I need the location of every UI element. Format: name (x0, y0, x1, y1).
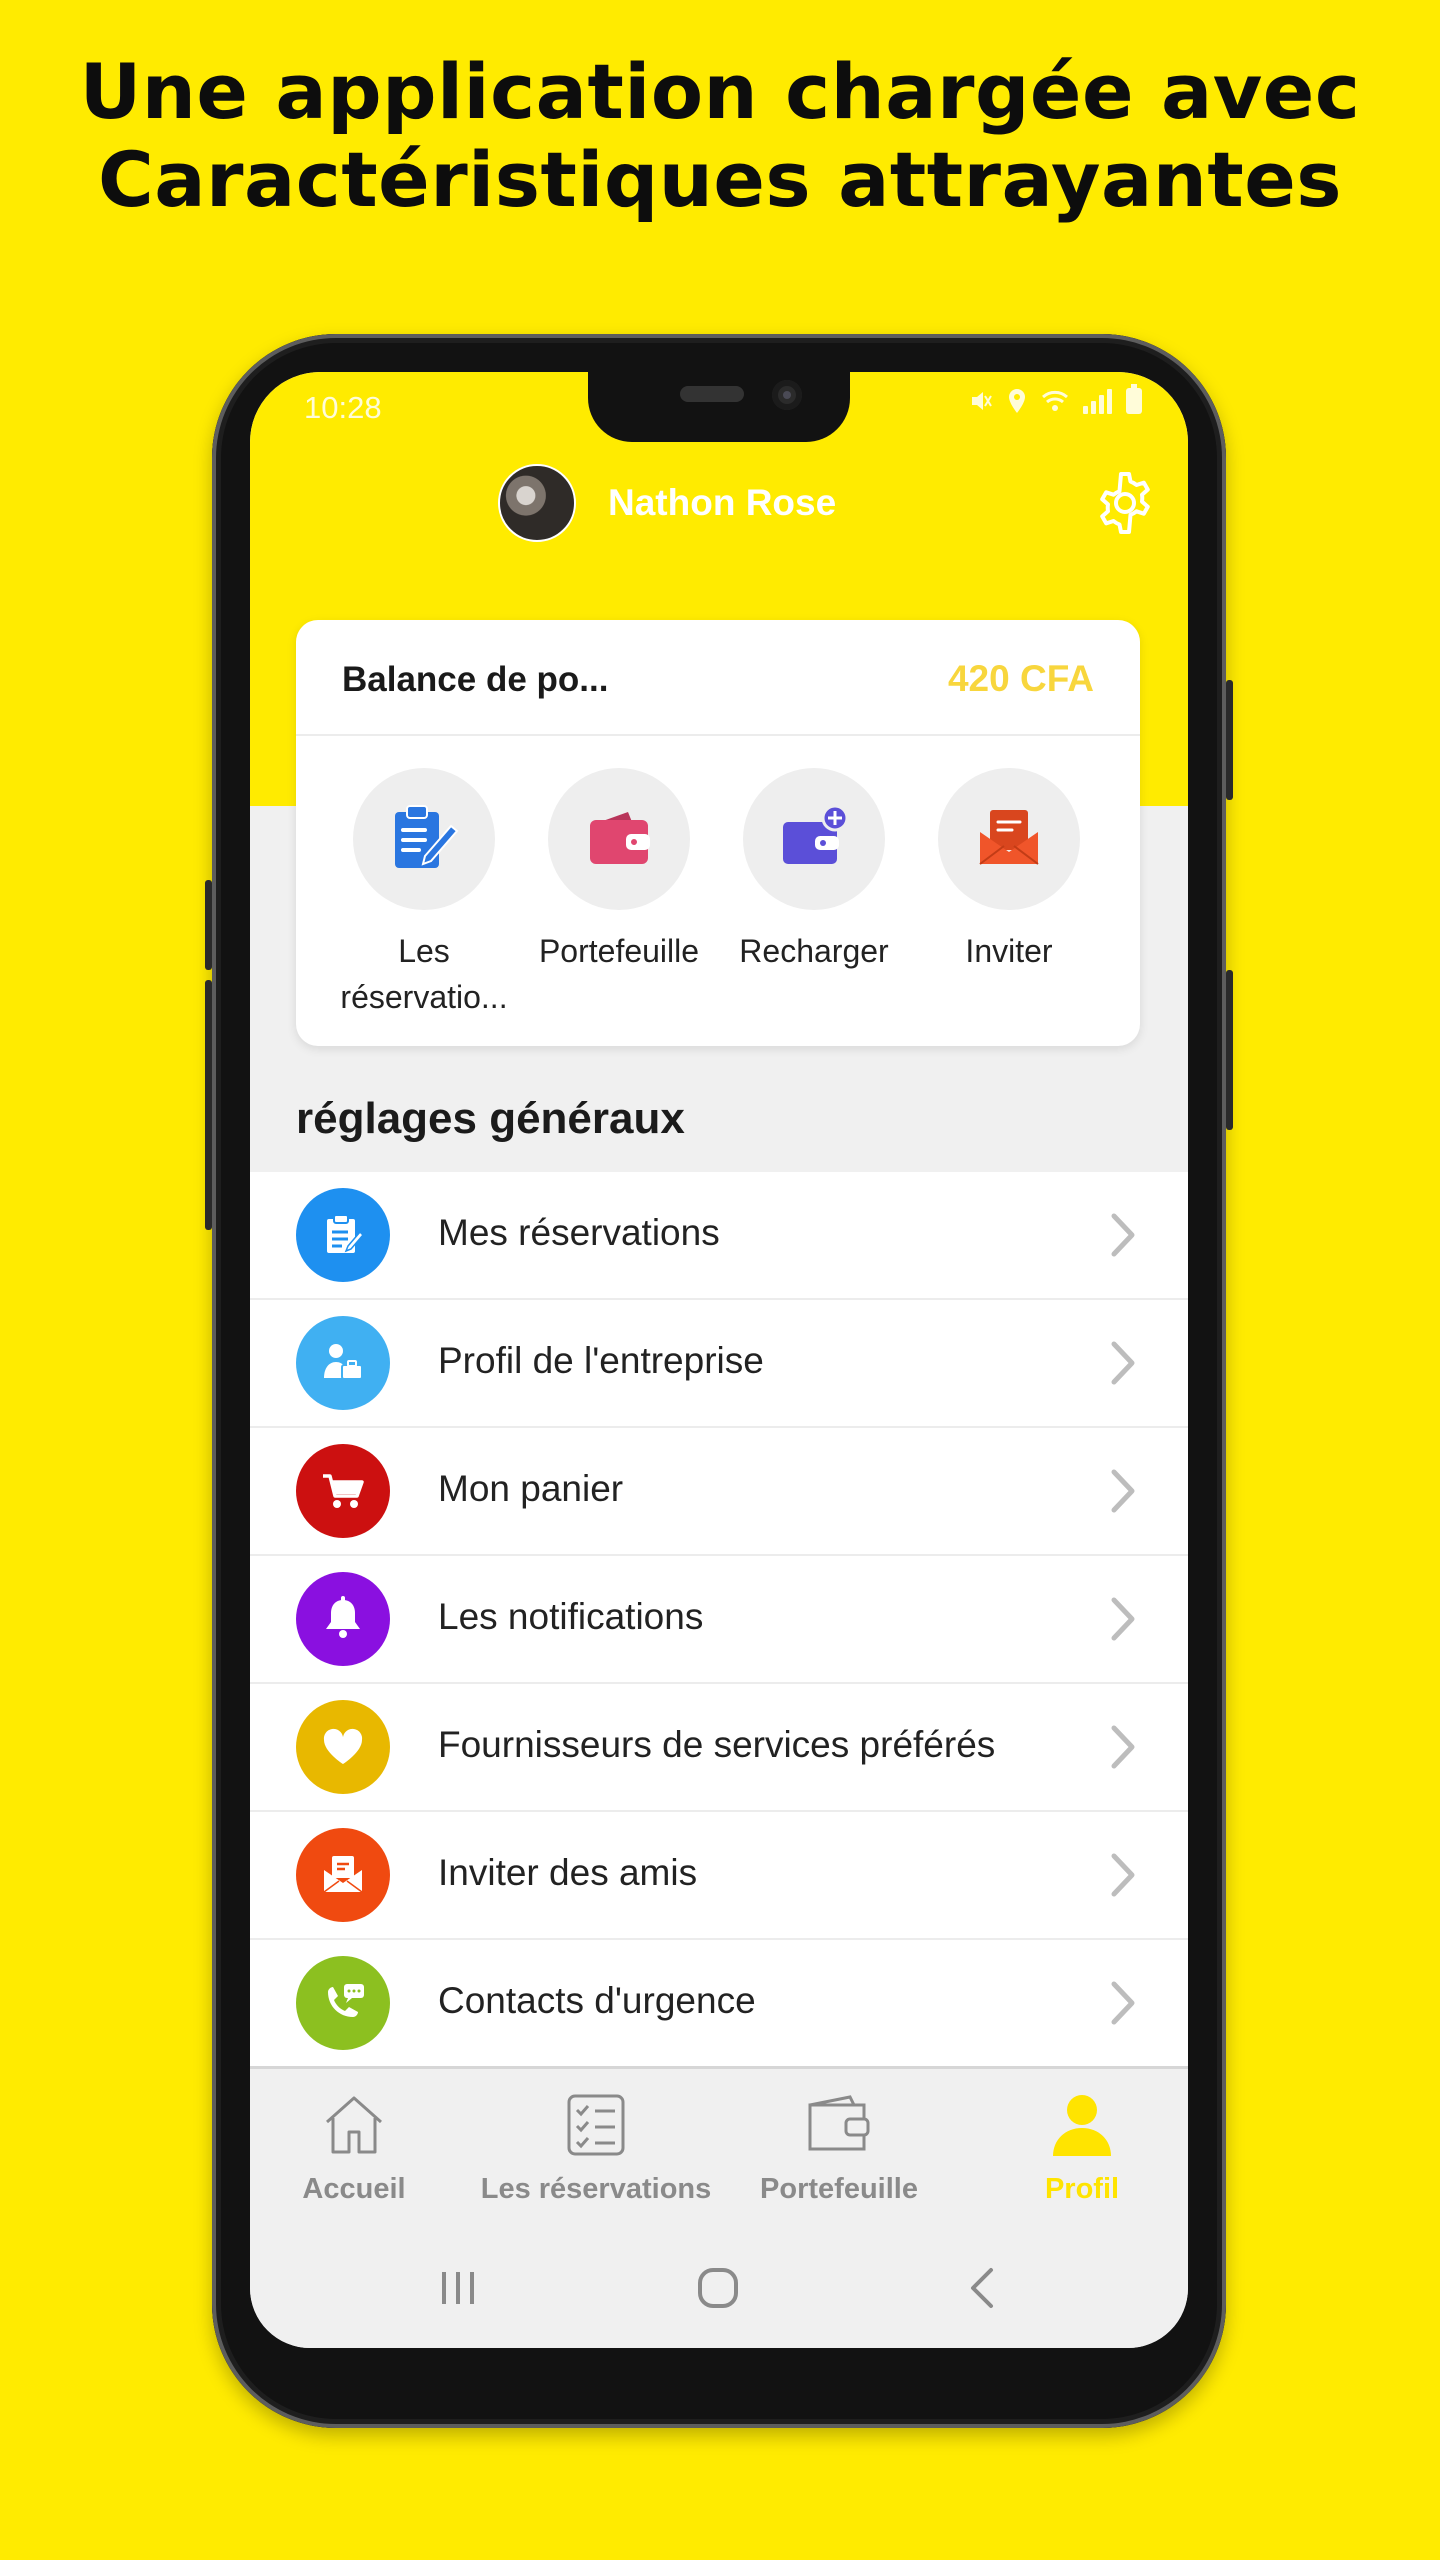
reservations-clipboard-icon (395, 805, 459, 868)
balance-title: Balance de po... (342, 660, 609, 699)
action-label: Portefeuille (538, 933, 700, 969)
checklist-icon (567, 2094, 625, 2156)
tab-label: Les réservations (480, 2173, 712, 2205)
front-camera (772, 380, 802, 410)
settings-item-emergency-contacts[interactable]: Contacts d'urgence (250, 1940, 1188, 2068)
settings-list: Mes réservations Profil de l'entreprise … (250, 1172, 1188, 2068)
chevron-right-icon (1111, 1725, 1135, 1769)
chevron-right-icon (1111, 1341, 1135, 1385)
settings-item-invite-friends[interactable]: Inviter des amis (250, 1812, 1188, 1940)
row-label: Profil de l'entreprise (438, 1340, 764, 1381)
battery-icon (1126, 384, 1142, 414)
action-recharge[interactable]: Recharger (716, 768, 912, 974)
settings-item-favorite-providers[interactable]: Fournisseurs de services préférés (250, 1684, 1188, 1812)
avatar[interactable] (498, 464, 576, 542)
back-icon (971, 2268, 993, 2308)
row-icon-circle (296, 1188, 390, 1282)
action-label: Recharger (739, 933, 889, 969)
chevron-right-icon (1111, 1981, 1135, 2025)
recent-apps-icon (442, 2272, 474, 2304)
tab-wallet[interactable]: Portefeuille (719, 2087, 959, 2206)
row-label: Mes réservations (438, 1212, 720, 1253)
settings-item-cart[interactable]: Mon panier (250, 1428, 1188, 1556)
chevron-right-icon (1111, 1213, 1135, 1257)
home-nav-icon (698, 2268, 738, 2308)
balance-card: Balance de po... 420 CFA Les réservatio.… (296, 620, 1140, 1046)
phone-volume-button (205, 880, 212, 970)
row-icon-circle (296, 1316, 390, 1410)
chevron-right-icon (1111, 1597, 1135, 1641)
phone-volume-button (205, 980, 212, 1230)
row-label: Contacts d'urgence (438, 1980, 756, 2021)
home-icon (326, 2096, 382, 2154)
row-label: Les notifications (438, 1596, 704, 1637)
tab-profile[interactable]: Profil (962, 2087, 1188, 2206)
row-icon-circle (296, 1700, 390, 1794)
headline-line-2: Caractéristiques attrayantes (97, 135, 1343, 224)
wifi-icon (1042, 390, 1068, 411)
cart-icon (323, 1474, 364, 1508)
tab-label: Accueil (302, 2173, 406, 2205)
profile-name: Nathon Rose (608, 482, 837, 523)
row-icon-circle (296, 1444, 390, 1538)
chevron-right-icon (1111, 1853, 1135, 1897)
status-time: 10:28 (304, 390, 382, 425)
bottom-tab-bar: Accueil Les réservations Portefeuille Pr… (250, 2066, 1188, 2229)
clipboard-icon (327, 1214, 365, 1253)
phone-power-button (1226, 680, 1233, 800)
wallet-plus-icon (783, 804, 849, 864)
tab-label: Portefeuille (760, 2173, 918, 2205)
action-invite[interactable]: Inviter (911, 768, 1107, 974)
headline-line-1: Une application chargée avec (79, 47, 1361, 136)
action-wallet[interactable]: Portefeuille (521, 768, 717, 974)
row-label: Mon panier (438, 1468, 624, 1509)
phone-screen: 10:28 Nathon Rose Balance de po... 420 C… (250, 372, 1188, 2348)
invite-envelope-icon (323, 1856, 363, 1893)
phone-chat-icon (328, 1984, 364, 2017)
section-title: réglages généraux (296, 1094, 685, 1143)
envelope-icon (979, 810, 1039, 865)
action-circle (353, 768, 495, 910)
action-circle (938, 768, 1080, 910)
action-circle (548, 768, 690, 910)
gear-icon[interactable] (1092, 470, 1158, 536)
recent-apps-button[interactable] (428, 2258, 488, 2318)
settings-item-notifications[interactable]: Les notifications (250, 1556, 1188, 1684)
location-icon (1009, 389, 1025, 413)
row-label: Inviter des amis (438, 1852, 698, 1893)
row-icon-circle (296, 1828, 390, 1922)
balance-amount: 420 CFA (947, 658, 1094, 699)
chevron-right-icon (1111, 1469, 1135, 1513)
system-nav-bar (250, 2228, 1188, 2348)
promo-headline: Une application chargée avec Caractérist… (0, 48, 1440, 224)
phone-notch (588, 372, 850, 442)
tab-home[interactable]: Accueil (250, 2087, 474, 2206)
heart-icon (323, 1728, 363, 1764)
wallet-icon (808, 2095, 870, 2151)
status-icons (969, 384, 1142, 414)
business-profile-icon (324, 1344, 363, 1380)
phone-side-button (1226, 970, 1233, 1130)
row-icon-circle (296, 1956, 390, 2050)
action-reservations[interactable]: Les réservatio... (326, 768, 522, 1020)
row-icon-circle (296, 1572, 390, 1666)
action-circle (743, 768, 885, 910)
mute-icon (972, 392, 992, 410)
home-nav-button[interactable] (688, 2258, 748, 2318)
tab-reservations[interactable]: Les réservations (476, 2087, 716, 2206)
action-label: Les réservatio... (340, 933, 508, 1015)
card-divider (296, 734, 1140, 736)
speaker-grill (680, 386, 744, 402)
action-label: Inviter (965, 933, 1053, 969)
settings-item-business-profile[interactable]: Profil de l'entreprise (250, 1300, 1188, 1428)
settings-item-my-reservations[interactable]: Mes réservations (250, 1172, 1188, 1300)
row-label: Fournisseurs de services préférés (438, 1724, 996, 1765)
person-icon (1053, 2095, 1111, 2156)
wallet-icon (590, 812, 650, 864)
back-button[interactable] (952, 2258, 1012, 2318)
tab-label: Profil (1044, 2173, 1120, 2205)
bell-icon (326, 1596, 360, 1638)
signal-icon (1083, 388, 1112, 414)
